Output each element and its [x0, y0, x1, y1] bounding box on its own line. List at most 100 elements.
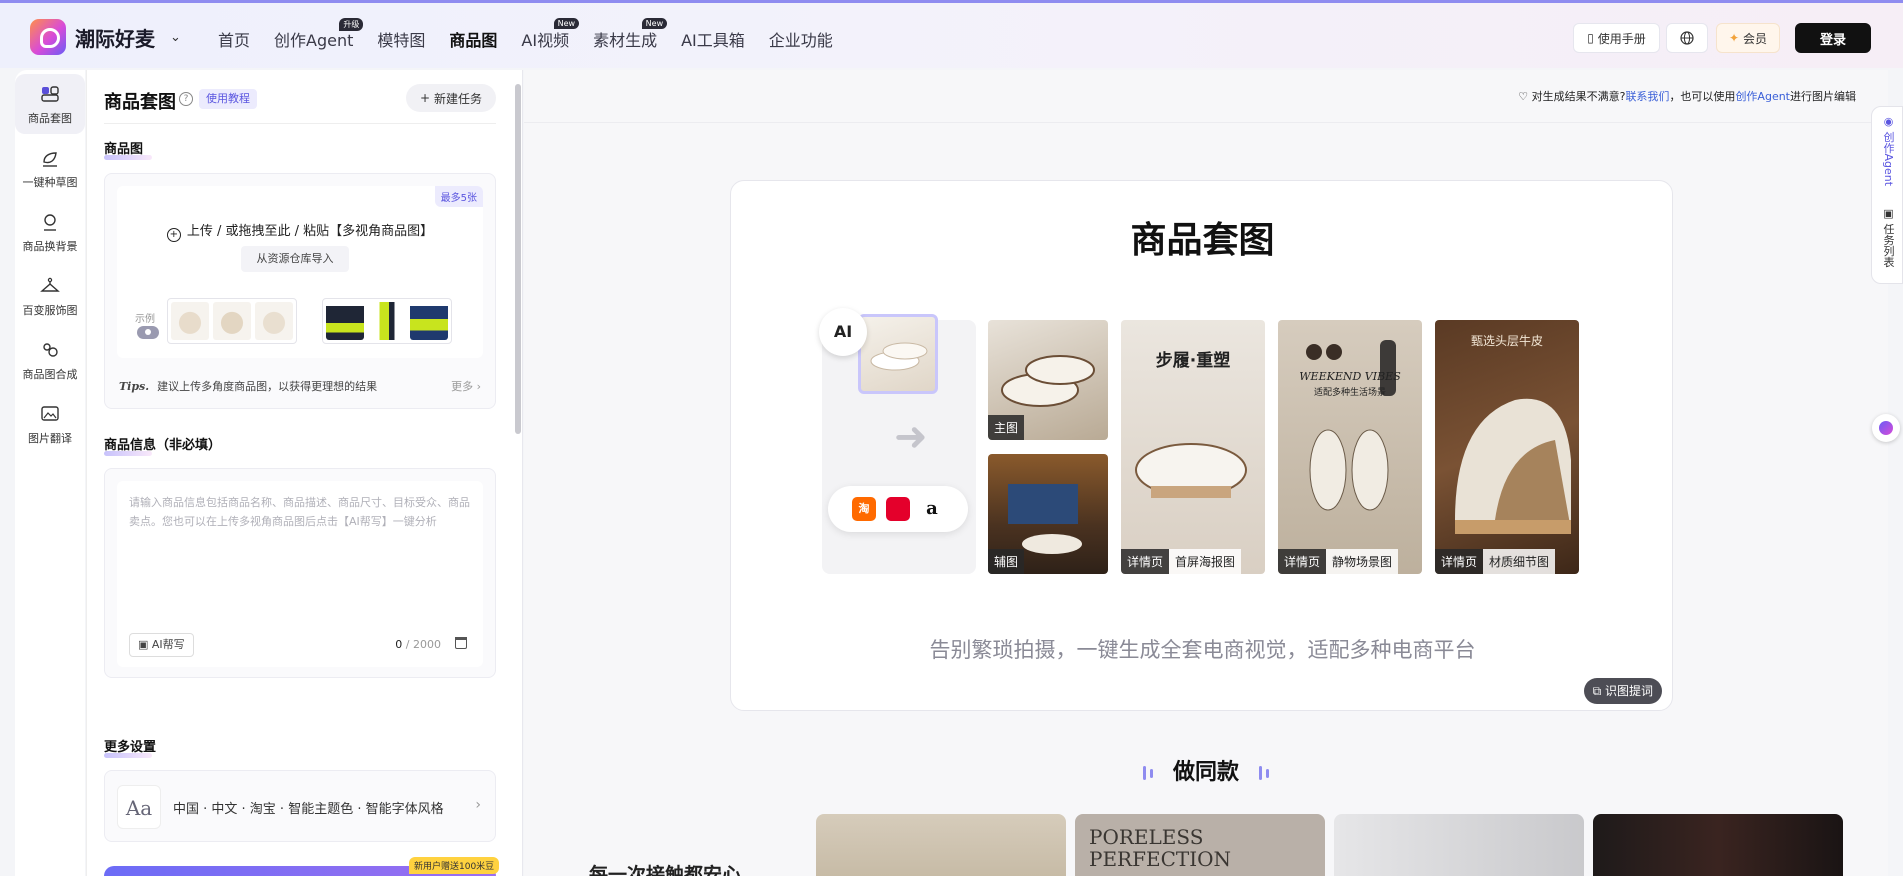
- main-nav: 首页 创作Agent 升级 模特图 商品图 AI视频 New 素材生成 New AI工…: [218, 18, 857, 51]
- nav-enterprise[interactable]: 企业功能: [769, 27, 833, 51]
- arrow-icon: ➜: [894, 414, 928, 460]
- product-info-textarea[interactable]: 请输入商品信息包括商品名称、商品描述、商品尺寸、目标受众、商品卖点。您也可以在上…: [117, 481, 483, 667]
- login-button[interactable]: 登录: [1795, 23, 1871, 53]
- manual-button[interactable]: ▯ 使用手册: [1573, 23, 1660, 53]
- sidebar-item-translate[interactable]: 图片翻译: [15, 394, 85, 454]
- rail-agent[interactable]: ◉ 创作Agent: [1880, 115, 1896, 186]
- upload-area: 最多5张 + 上传 / 或拖拽至此 / 粘贴【多视角商品图】 从资源仓库导入 示例…: [104, 173, 496, 409]
- sidebar-item-seeding[interactable]: 一键种草图: [15, 138, 85, 198]
- sidebar-item-composite[interactable]: 商品图合成: [15, 330, 85, 390]
- max-count-badge: 最多5张: [434, 186, 483, 207]
- vip-button[interactable]: ✦ 会员: [1716, 23, 1780, 53]
- new-task-button[interactable]: + 新建任务: [406, 84, 496, 112]
- divider: [104, 123, 496, 124]
- image-tag: 静物场景图: [1326, 549, 1399, 574]
- nav-home[interactable]: 首页: [218, 27, 250, 51]
- plus-icon: +: [419, 91, 431, 105]
- ai-write-button[interactable]: ▣ AI帮写: [129, 633, 194, 657]
- example-thumb: [255, 302, 293, 340]
- product-set-icon: [39, 83, 61, 105]
- poster-subtitle: 适配多种生活场景: [1313, 388, 1386, 398]
- nav-agent[interactable]: 创作Agent 升级: [274, 18, 364, 51]
- amazon-icon: a: [920, 497, 944, 521]
- chevron-down-icon[interactable]: ⌄: [170, 30, 181, 45]
- logo-icon: [30, 19, 66, 55]
- agent-icon: ◉: [1882, 115, 1895, 128]
- taobao-icon: 淘: [852, 497, 876, 521]
- top-bar: 潮际好麦 ⌄ 首页 创作Agent 升级 模特图 商品图 AI视频 New 素材生成…: [0, 0, 1903, 68]
- flow-illustration: AI ➜ 淘 a: [819, 308, 976, 574]
- example-thumb: [410, 302, 448, 340]
- poster-title: WEEKEND VIBES: [1299, 370, 1401, 383]
- product-info-placeholder: 请输入商品信息包括商品名称、商品描述、商品尺寸、目标受众、商品卖点。您也可以在上…: [129, 496, 470, 528]
- more-settings-row[interactable]: Aa 中国 · 中文 · 淘宝 · 智能主题色 · 智能字体风格 ›: [104, 770, 496, 842]
- tool-sidebar: 商品套图 一键种草图 商品换背景 百变服饰图 商品图合成 图片翻译: [15, 70, 85, 876]
- example-group-jacket[interactable]: [322, 298, 452, 344]
- section-title-product-info: 商品信息（非必填）: [104, 434, 221, 456]
- language-button[interactable]: [1666, 23, 1708, 53]
- new-badge: New: [553, 18, 580, 29]
- feedback-notice: ♡ 对生成结果不满意?联系我们，也可以使用创作Agent进行图片编辑: [1518, 90, 1856, 103]
- image-tag: 首屏海报图: [1169, 549, 1242, 574]
- more-link[interactable]: 更多 ›: [451, 378, 481, 394]
- ai-prompt-button[interactable]: ⧉ 识图提词: [1583, 678, 1662, 704]
- brand-name: 潮际好麦: [75, 26, 155, 51]
- source-shoe-thumb: [858, 314, 938, 394]
- upload-prompt: + 上传 / 或拖拽至此 / 粘贴【多视角商品图】: [117, 220, 483, 242]
- image-tag: 详情页: [1278, 549, 1327, 574]
- bulb-icon: ♡: [1518, 90, 1532, 103]
- template-card[interactable]: PORELESS PERFECTION: [1075, 814, 1325, 876]
- ai-sparkle-icon: AI: [819, 308, 867, 356]
- section-title-product-image: 商品图: [104, 138, 153, 160]
- assistant-float-button[interactable]: [1872, 414, 1900, 442]
- image-scan-icon: ⧉: [1592, 684, 1605, 698]
- right-rail: ◉ 创作Agent ▣ 任务列表: [1871, 106, 1903, 284]
- template-card[interactable]: [1593, 814, 1843, 876]
- same-style-heading: 每一次接触都安心: [589, 864, 742, 876]
- control-panel: 商品套图 ? 使用教程 + 新建任务 商品图 最多5张 + 上传 / 或拖拽至此 /…: [86, 70, 523, 876]
- trash-icon[interactable]: [455, 637, 467, 649]
- contact-us-link[interactable]: 联系我们: [1625, 90, 1669, 103]
- sparkle-icon: ✦: [1728, 31, 1740, 45]
- example-group-plush[interactable]: [167, 298, 297, 344]
- same-style-title: 做同款: [524, 754, 1888, 786]
- upload-dropzone[interactable]: 最多5张 + 上传 / 或拖拽至此 / 粘贴【多视角商品图】 从资源仓库导入 示例: [117, 186, 483, 358]
- bulb-icon: [39, 211, 61, 233]
- pinduoduo-icon: [886, 497, 910, 521]
- globe-icon: [1680, 31, 1694, 45]
- nav-product[interactable]: 商品图: [449, 27, 497, 51]
- platform-logos: 淘 a: [828, 486, 968, 532]
- template-card[interactable]: [1334, 814, 1584, 876]
- sidebar-item-background[interactable]: 商品换背景: [15, 202, 85, 262]
- sidebar-item-apparel[interactable]: 百变服饰图: [15, 266, 85, 326]
- sample-main-image: 主图: [988, 320, 1108, 440]
- nav-ai-toolbox[interactable]: AI工具箱: [681, 27, 745, 51]
- nav-ai-video[interactable]: AI视频 New: [521, 18, 580, 51]
- example-thumb: [326, 302, 364, 340]
- divider: [524, 122, 1888, 123]
- font-style-icon: Aa: [117, 785, 161, 829]
- sample-poster-image: 步履·重塑 详情页 首屏海报图: [1121, 320, 1265, 574]
- image-tag: 主图: [988, 415, 1025, 440]
- tutorial-link[interactable]: 使用教程: [199, 89, 257, 109]
- help-icon[interactable]: ?: [179, 92, 193, 106]
- panel-scrollbar[interactable]: [515, 84, 521, 434]
- import-from-library-button[interactable]: 从资源仓库导入: [241, 246, 349, 272]
- composite-icon: [39, 339, 61, 361]
- nav-model[interactable]: 模特图: [377, 27, 425, 51]
- image-icon: ▣: [1882, 207, 1895, 220]
- sidebar-item-product-set[interactable]: 商品套图: [15, 74, 85, 134]
- feature-intro-card: 商品套图 AI ➜ 淘 a 主图 辅图 步履·重塑 详情页 首屏海报图 WEEK…: [730, 180, 1673, 711]
- char-counter: 0 / 2000: [395, 638, 441, 651]
- product-info-area: 请输入商品信息包括商品名称、商品描述、商品尺寸、目标受众、商品卖点。您也可以在上…: [104, 468, 496, 678]
- nav-material[interactable]: 素材生成 New: [593, 18, 668, 51]
- ai-write-icon: ▣: [138, 638, 152, 651]
- template-card[interactable]: [816, 814, 1066, 876]
- leaf-icon: [39, 147, 61, 169]
- eye-icon[interactable]: [137, 326, 159, 339]
- rail-task-list[interactable]: ▣ 任务列表: [1880, 207, 1896, 268]
- agent-link[interactable]: 创作Agent: [1735, 90, 1790, 103]
- brand-logo[interactable]: 潮际好麦 ⌄: [30, 19, 181, 55]
- sample-detail-image: 甄选头层牛皮 详情页 材质细节图: [1435, 320, 1579, 574]
- section-title-more-settings: 更多设置: [104, 736, 156, 758]
